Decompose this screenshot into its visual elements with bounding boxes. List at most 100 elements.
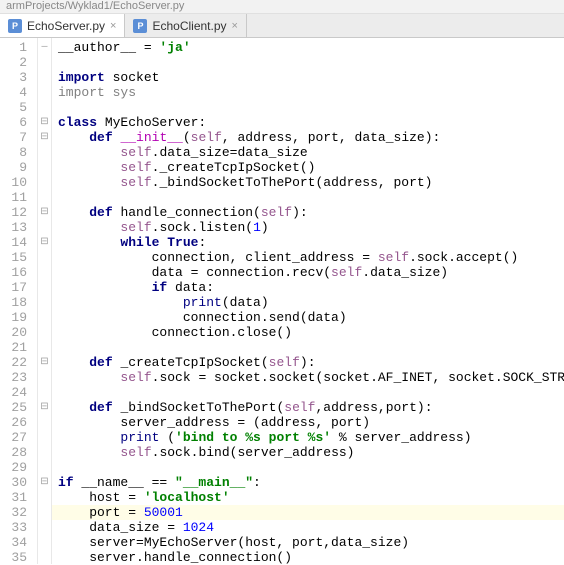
code-line[interactable]: self.data_size=data_size xyxy=(52,145,564,160)
code-line[interactable]: connection.close() xyxy=(52,325,564,340)
line-number: 9 xyxy=(0,160,37,175)
code-line[interactable]: import socket xyxy=(52,70,564,85)
code-line[interactable]: while True: xyxy=(52,235,564,250)
line-number: 17 xyxy=(0,280,37,295)
python-file-icon: P xyxy=(133,19,147,33)
tab-label: EchoServer.py xyxy=(27,19,105,33)
code-line[interactable]: server_address = (address, port) xyxy=(52,415,564,430)
code-line[interactable] xyxy=(52,100,564,115)
line-number: 13 xyxy=(0,220,37,235)
fold-marker xyxy=(38,145,51,160)
fold-marker xyxy=(38,370,51,385)
fold-marker xyxy=(38,430,51,445)
code-line[interactable] xyxy=(52,55,564,70)
line-number: 8 xyxy=(0,145,37,160)
fold-marker xyxy=(38,385,51,400)
fold-marker xyxy=(38,295,51,310)
code-line[interactable]: def handle_connection(self): xyxy=(52,205,564,220)
code-line[interactable]: self._createTcpIpSocket() xyxy=(52,160,564,175)
fold-marker[interactable]: — xyxy=(38,40,51,55)
line-number: 7 xyxy=(0,130,37,145)
line-number: 1 xyxy=(0,40,37,55)
code-line[interactable]: server.handle_connection() xyxy=(52,550,564,564)
code-line[interactable]: connection.send(data) xyxy=(52,310,564,325)
fold-marker xyxy=(38,55,51,70)
fold-marker[interactable]: ⊟ xyxy=(38,115,51,130)
fold-column: —⊟⊟⊟⊟⊟⊟⊟ xyxy=(38,38,52,564)
tab-label: EchoClient.py xyxy=(152,19,226,33)
code-line[interactable]: self._bindSocketToThePort(address, port) xyxy=(52,175,564,190)
line-number-gutter: 1234567891011121314151617181920212223242… xyxy=(0,38,38,564)
code-line[interactable] xyxy=(52,340,564,355)
fold-marker[interactable]: ⊟ xyxy=(38,205,51,220)
python-file-icon: P xyxy=(8,19,22,33)
line-number: 19 xyxy=(0,310,37,325)
code-line[interactable]: import sys xyxy=(52,85,564,100)
line-number: 15 xyxy=(0,250,37,265)
line-number: 25 xyxy=(0,400,37,415)
line-number: 27 xyxy=(0,430,37,445)
tab-bar: P EchoServer.py × P EchoClient.py × xyxy=(0,14,564,38)
line-number: 11 xyxy=(0,190,37,205)
fold-marker[interactable]: ⊟ xyxy=(38,235,51,250)
code-line[interactable]: if __name__ == "__main__": xyxy=(52,475,564,490)
fold-marker xyxy=(38,325,51,340)
code-line[interactable]: def _bindSocketToThePort(self,address,po… xyxy=(52,400,564,415)
code-line[interactable]: data = connection.recv(self.data_size) xyxy=(52,265,564,280)
code-line[interactable]: def _createTcpIpSocket(self): xyxy=(52,355,564,370)
line-number: 26 xyxy=(0,415,37,430)
code-line[interactable] xyxy=(52,460,564,475)
code-line[interactable]: host = 'localhost' xyxy=(52,490,564,505)
fold-marker xyxy=(38,460,51,475)
fold-marker[interactable]: ⊟ xyxy=(38,130,51,145)
fold-marker xyxy=(38,85,51,100)
fold-marker xyxy=(38,535,51,550)
code-line[interactable]: data_size = 1024 xyxy=(52,520,564,535)
line-number: 24 xyxy=(0,385,37,400)
line-number: 32 xyxy=(0,505,37,520)
code-editor[interactable]: 1234567891011121314151617181920212223242… xyxy=(0,38,564,564)
tab-echoserver-py[interactable]: P EchoServer.py × xyxy=(0,14,125,37)
line-number: 23 xyxy=(0,370,37,385)
fold-marker xyxy=(38,100,51,115)
fold-marker xyxy=(38,265,51,280)
code-line[interactable]: server=MyEchoServer(host, port,data_size… xyxy=(52,535,564,550)
fold-marker xyxy=(38,175,51,190)
line-number: 29 xyxy=(0,460,37,475)
fold-marker[interactable]: ⊟ xyxy=(38,355,51,370)
code-line[interactable]: self.sock = socket.socket(socket.AF_INET… xyxy=(52,370,564,385)
fold-marker[interactable]: ⊟ xyxy=(38,475,51,490)
code-line[interactable]: self.sock.listen(1) xyxy=(52,220,564,235)
line-number: 22 xyxy=(0,355,37,370)
close-icon[interactable]: × xyxy=(232,20,238,32)
code-line[interactable]: __author__ = 'ja' xyxy=(52,40,564,55)
fold-marker xyxy=(38,250,51,265)
code-line[interactable]: print(data) xyxy=(52,295,564,310)
code-line[interactable] xyxy=(52,385,564,400)
line-number: 6 xyxy=(0,115,37,130)
code-line[interactable]: print ('bind to %s port %s' % server_add… xyxy=(52,430,564,445)
fold-marker xyxy=(38,280,51,295)
fold-marker xyxy=(38,445,51,460)
fold-marker xyxy=(38,340,51,355)
line-number: 10 xyxy=(0,175,37,190)
line-number: 20 xyxy=(0,325,37,340)
line-number: 12 xyxy=(0,205,37,220)
fold-marker xyxy=(38,550,51,565)
code-line[interactable]: self.sock.bind(server_address) xyxy=(52,445,564,460)
line-number: 4 xyxy=(0,85,37,100)
fold-marker[interactable]: ⊟ xyxy=(38,400,51,415)
tab-echoclient-py[interactable]: P EchoClient.py × xyxy=(125,14,246,37)
code-line[interactable]: def __init__(self, address, port, data_s… xyxy=(52,130,564,145)
line-number: 3 xyxy=(0,70,37,85)
code-line[interactable]: connection, client_address = self.sock.a… xyxy=(52,250,564,265)
line-number: 2 xyxy=(0,55,37,70)
code-line[interactable]: class MyEchoServer: xyxy=(52,115,564,130)
code-line[interactable] xyxy=(52,190,564,205)
code-line[interactable]: port = 50001 xyxy=(52,505,564,520)
close-icon[interactable]: × xyxy=(110,20,116,32)
code-line[interactable]: if data: xyxy=(52,280,564,295)
line-number: 21 xyxy=(0,340,37,355)
fold-marker xyxy=(38,520,51,535)
code-area[interactable]: __author__ = 'ja' import socketimport sys… xyxy=(52,38,564,564)
